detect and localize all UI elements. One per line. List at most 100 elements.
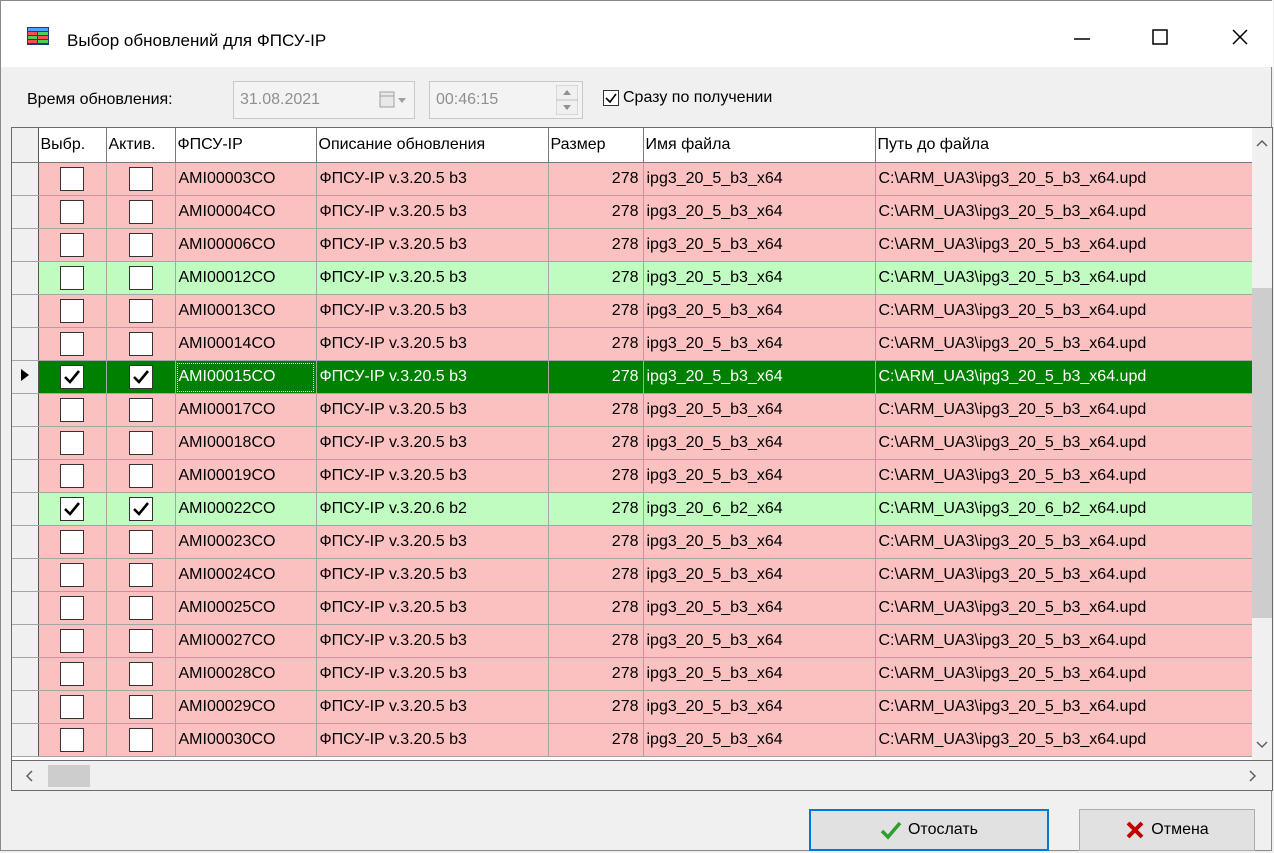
row-indicator[interactable] [12,195,39,229]
description-cell[interactable]: ФПСУ-IP v.3.20.5 b3 [316,459,549,493]
column-header-filename[interactable]: Имя файла [643,128,876,163]
filename-cell[interactable]: ipg3_20_5_b3_x64 [643,294,876,328]
filename-cell[interactable]: ipg3_20_5_b3_x64 [643,657,876,691]
device-cell[interactable]: AMI00027CO [175,624,317,658]
active-checkbox[interactable] [128,662,153,686]
device-cell[interactable]: AMI00014CO [175,327,317,361]
column-header-description[interactable]: Описание обновления [316,128,549,163]
device-cell[interactable]: AMI00029CO [175,690,317,724]
table-row[interactable]: AMI00004CO ФПСУ-IP v.3.20.5 b3 278 ipg3_20_… [12,195,1256,229]
date-picker[interactable]: 31.08.2021 [233,81,415,119]
select-checkbox[interactable] [60,365,84,389]
active-cell[interactable] [106,195,176,229]
time-input[interactable]: 00:46:15 [429,81,583,119]
size-cell[interactable]: 278 [548,723,644,757]
size-cell[interactable]: 278 [548,195,644,229]
filename-cell[interactable]: ipg3_20_5_b3_x64 [643,360,876,394]
size-cell[interactable]: 278 [548,591,644,625]
table-row[interactable]: AMI00003CO ФПСУ-IP v.3.20.5 b3 278 ipg3_20_… [12,162,1256,196]
filename-cell[interactable]: ipg3_20_5_b3_x64 [643,228,876,262]
select-cell[interactable] [38,327,107,361]
cancel-button[interactable]: Отмена [1079,809,1255,851]
description-cell[interactable]: ФПСУ-IP v.3.20.5 b3 [316,261,549,295]
description-cell[interactable]: ФПСУ-IP v.3.20.5 b3 [316,690,549,724]
select-checkbox[interactable] [60,167,84,191]
select-checkbox[interactable] [60,695,84,719]
active-cell[interactable] [106,690,176,724]
select-checkbox[interactable] [60,728,84,752]
description-cell[interactable]: ФПСУ-IP v.3.20.5 b3 [316,228,549,262]
row-indicator[interactable] [12,393,39,427]
active-checkbox[interactable] [128,332,153,356]
vertical-scroll-thumb[interactable] [1252,288,1272,618]
size-cell[interactable]: 278 [548,657,644,691]
table-row[interactable]: AMI00006CO ФПСУ-IP v.3.20.5 b3 278 ipg3_20_… [12,228,1256,262]
row-indicator[interactable] [12,360,39,394]
size-cell[interactable]: 278 [548,261,644,295]
column-header-active[interactable]: Актив. [106,128,176,163]
select-checkbox[interactable] [60,596,84,620]
device-cell[interactable]: AMI00012CO [175,261,317,295]
size-cell[interactable]: 278 [548,393,644,427]
select-checkbox[interactable] [60,497,84,521]
select-checkbox[interactable] [60,299,84,323]
description-cell[interactable]: ФПСУ-IP v.3.20.5 b3 [316,525,549,559]
updates-grid[interactable]: Выбр. Актив. ФПСУ-IP Описание обновления… [11,127,1273,761]
table-row[interactable]: AMI00019CO ФПСУ-IP v.3.20.5 b3 278 ipg3_20_… [12,459,1256,493]
horizontal-scrollbar[interactable] [11,761,1273,791]
filename-cell[interactable]: ipg3_20_5_b3_x64 [643,723,876,757]
active-checkbox[interactable] [128,497,153,521]
column-header-path[interactable]: Путь до файла [875,128,1256,163]
column-header-device[interactable]: ФПСУ-IP [175,128,317,163]
active-checkbox[interactable] [128,464,153,488]
select-cell[interactable] [38,492,107,526]
row-indicator[interactable] [12,294,39,328]
row-indicator[interactable] [12,261,39,295]
table-row[interactable]: AMI00017CO ФПСУ-IP v.3.20.5 b3 278 ipg3_20_… [12,393,1256,427]
active-cell[interactable] [106,459,176,493]
description-cell[interactable]: ФПСУ-IP v.3.20.5 b3 [316,195,549,229]
active-checkbox[interactable] [128,398,153,422]
active-checkbox[interactable] [128,695,153,719]
active-checkbox[interactable] [128,167,153,191]
horizontal-scroll-thumb[interactable] [48,765,90,787]
active-cell[interactable] [106,657,176,691]
row-indicator[interactable] [12,327,39,361]
path-cell[interactable]: C:\ARM_UA3\ipg3_20_5_b3_x64.upd [875,228,1256,262]
active-cell[interactable] [106,327,176,361]
active-cell[interactable] [106,393,176,427]
active-cell[interactable] [106,228,176,262]
path-cell[interactable]: C:\ARM_UA3\ipg3_20_5_b3_x64.upd [875,393,1256,427]
active-checkbox[interactable] [128,596,153,620]
table-row[interactable]: AMI00027CO ФПСУ-IP v.3.20.5 b3 278 ipg3_20_… [12,624,1256,658]
active-checkbox[interactable] [128,299,153,323]
table-row[interactable]: AMI00023CO ФПСУ-IP v.3.20.5 b3 278 ipg3_20_… [12,525,1256,559]
description-cell[interactable]: ФПСУ-IP v.3.20.5 b3 [316,591,549,625]
path-cell[interactable]: C:\ARM_UA3\ipg3_20_6_b2_x64.upd [875,492,1256,526]
path-cell[interactable]: C:\ARM_UA3\ipg3_20_5_b3_x64.upd [875,162,1256,196]
active-cell[interactable] [106,591,176,625]
active-checkbox[interactable] [128,728,153,752]
size-cell[interactable]: 278 [548,162,644,196]
row-indicator[interactable] [12,723,39,757]
path-cell[interactable]: C:\ARM_UA3\ipg3_20_5_b3_x64.upd [875,525,1256,559]
size-cell[interactable]: 278 [548,360,644,394]
filename-cell[interactable]: ipg3_20_6_b2_x64 [643,492,876,526]
table-row[interactable]: AMI00013CO ФПСУ-IP v.3.20.5 b3 278 ipg3_20_… [12,294,1256,328]
active-checkbox[interactable] [128,563,153,587]
filename-cell[interactable]: ipg3_20_5_b3_x64 [643,459,876,493]
spinner-arrows-icon[interactable] [556,85,578,115]
filename-cell[interactable]: ipg3_20_5_b3_x64 [643,327,876,361]
table-row[interactable]: AMI00012CO ФПСУ-IP v.3.20.5 b3 278 ipg3_20_… [12,261,1256,295]
select-cell[interactable] [38,723,107,757]
filename-cell[interactable]: ipg3_20_5_b3_x64 [643,558,876,592]
close-button[interactable] [1215,15,1265,59]
select-cell[interactable] [38,195,107,229]
table-row[interactable]: AMI00029CO ФПСУ-IP v.3.20.5 b3 278 ipg3_20_… [12,690,1256,724]
table-row[interactable]: AMI00024CO ФПСУ-IP v.3.20.5 b3 278 ipg3_20_… [12,558,1256,592]
send-button[interactable]: Отослать [809,809,1049,851]
size-cell[interactable]: 278 [548,624,644,658]
size-cell[interactable]: 278 [548,525,644,559]
row-indicator[interactable] [12,426,39,460]
row-indicator[interactable] [12,558,39,592]
